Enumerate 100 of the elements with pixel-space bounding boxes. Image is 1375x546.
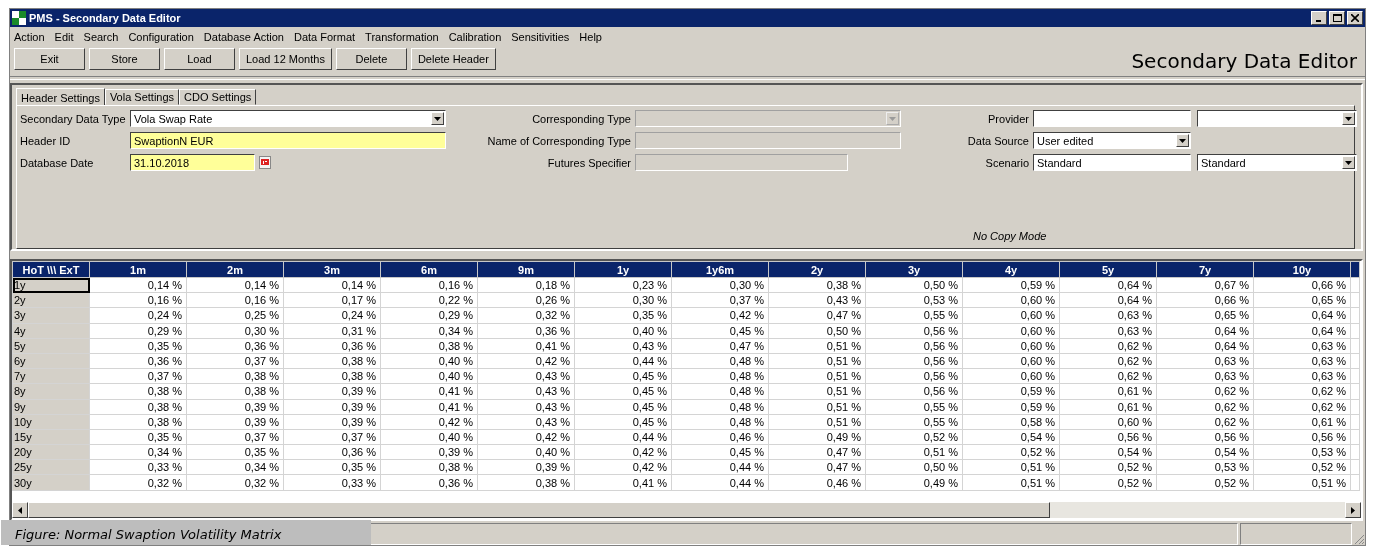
input-field[interactable]: Standard: [1033, 154, 1191, 171]
table-cell[interactable]: 0,40 %: [380, 368, 478, 384]
table-cell[interactable]: 0,39 %: [477, 459, 575, 475]
table-cell[interactable]: 0,14 %: [89, 277, 187, 293]
table-cell[interactable]: 0,62 %: [1156, 399, 1254, 415]
table-cell[interactable]: 0,47 %: [768, 444, 866, 460]
table-cell[interactable]: 0,38 %: [380, 459, 478, 475]
table-cell[interactable]: 0,35 %: [186, 444, 284, 460]
table-cell[interactable]: 0,48 %: [671, 414, 769, 430]
table-cell[interactable]: 0,39 %: [283, 414, 381, 430]
column-header[interactable]: 9m: [477, 261, 575, 278]
table-cell[interactable]: 0,49 %: [865, 474, 963, 491]
toolbar-button[interactable]: Exit: [14, 48, 85, 70]
table-cell[interactable]: 0,41 %: [574, 474, 672, 491]
table-cell[interactable]: 0,51 %: [1253, 474, 1351, 491]
column-header[interactable]: 7y: [1156, 261, 1254, 278]
menu-item[interactable]: Calibration: [448, 30, 502, 43]
table-cell[interactable]: 0,38 %: [380, 338, 478, 354]
dropdown-field[interactable]: Standard: [1197, 154, 1357, 171]
table-cell[interactable]: 0,38 %: [186, 368, 284, 384]
table-cell[interactable]: 0,55 %: [865, 399, 963, 415]
table-cell[interactable]: 0,34 %: [89, 444, 187, 460]
table-cell[interactable]: 0,64 %: [1059, 277, 1157, 293]
table-cell[interactable]: 0,62 %: [1059, 353, 1157, 369]
table-cell[interactable]: 0,36 %: [283, 338, 381, 354]
table-cell[interactable]: 0,60 %: [962, 368, 1060, 384]
table-cell[interactable]: 0,16 %: [186, 292, 284, 308]
table-cell[interactable]: 0,36 %: [89, 353, 187, 369]
table-cell[interactable]: 0,39 %: [186, 399, 284, 415]
table-cell[interactable]: 0,38 %: [89, 383, 187, 399]
table-cell[interactable]: 0,39 %: [186, 414, 284, 430]
table-cell[interactable]: 0,39 %: [380, 444, 478, 460]
table-cell[interactable]: 0,56 %: [865, 368, 963, 384]
table-cell[interactable]: 0,66 %: [1156, 292, 1254, 308]
table-cell[interactable]: 0,56 %: [1059, 429, 1157, 445]
toolbar-button[interactable]: Delete: [335, 48, 407, 70]
tab[interactable]: Header Settings: [16, 88, 105, 106]
dropdown-field[interactable]: Vola Swap Rate: [130, 110, 446, 127]
table-cell[interactable]: 0,42 %: [574, 444, 672, 460]
table-cell[interactable]: 0,51 %: [768, 338, 866, 354]
table-cell[interactable]: 0,51 %: [768, 353, 866, 369]
horizontal-scrollbar[interactable]: [12, 502, 1361, 518]
toolbar-button[interactable]: Load 12 Months: [239, 48, 332, 70]
table-cell[interactable]: 0,46 %: [671, 429, 769, 445]
table-cell[interactable]: 0,52 %: [865, 429, 963, 445]
table-cell[interactable]: 0,59 %: [962, 277, 1060, 293]
table-cell[interactable]: 0,38 %: [89, 399, 187, 415]
menu-item[interactable]: Transformation: [365, 30, 439, 43]
table-cell[interactable]: 0,25 %: [186, 307, 284, 324]
table-cell[interactable]: 0,42 %: [671, 307, 769, 324]
tab[interactable]: CDO Settings: [179, 89, 257, 105]
table-cell[interactable]: 0,47 %: [768, 307, 866, 324]
table-cell[interactable]: 0,51 %: [962, 474, 1060, 491]
table-cell[interactable]: 0,33 %: [283, 474, 381, 491]
table-cell[interactable]: 0,43 %: [768, 292, 866, 308]
menu-item[interactable]: Database Action: [203, 30, 284, 43]
table-cell[interactable]: 0,43 %: [574, 338, 672, 354]
table-cell[interactable]: 0,52 %: [1059, 459, 1157, 475]
table-cell[interactable]: 0,16 %: [380, 277, 478, 293]
table-cell[interactable]: 0,56 %: [1156, 429, 1254, 445]
table-cell[interactable]: 0,56 %: [865, 338, 963, 354]
column-header[interactable]: 2y: [768, 261, 866, 278]
table-cell[interactable]: 0,24 %: [283, 307, 381, 324]
table-cell[interactable]: 0,66 %: [1253, 277, 1351, 293]
table-cell[interactable]: 0,55 %: [865, 307, 963, 324]
menu-item[interactable]: Search: [83, 30, 119, 43]
table-cell[interactable]: 0,51 %: [768, 383, 866, 399]
table-cell[interactable]: 0,37 %: [186, 429, 284, 445]
table-cell[interactable]: 0,32 %: [186, 474, 284, 491]
table-cell[interactable]: 0,62 %: [1156, 414, 1254, 430]
table-cell[interactable]: 0,45 %: [574, 368, 672, 384]
menu-item[interactable]: Sensitivities: [511, 30, 570, 43]
table-cell[interactable]: 0,60 %: [962, 292, 1060, 308]
column-header[interactable]: 5y: [1059, 261, 1157, 278]
table-cell[interactable]: 0,51 %: [962, 459, 1060, 475]
table-cell[interactable]: 0,43 %: [477, 383, 575, 399]
table-cell[interactable]: 0,31 %: [283, 323, 381, 339]
table-cell[interactable]: 0,42 %: [574, 459, 672, 475]
table-cell[interactable]: 0,26 %: [477, 292, 575, 308]
table-cell[interactable]: 0,37 %: [671, 292, 769, 308]
table-cell[interactable]: 0,44 %: [574, 353, 672, 369]
menu-item[interactable]: Data Format: [293, 30, 356, 43]
table-cell[interactable]: 0,48 %: [671, 353, 769, 369]
table-cell[interactable]: 0,60 %: [962, 307, 1060, 324]
table-cell[interactable]: 0,34 %: [186, 459, 284, 475]
table-cell[interactable]: 0,55 %: [865, 414, 963, 430]
close-button[interactable]: [1347, 11, 1363, 25]
scroll-right-icon[interactable]: [1351, 506, 1355, 514]
column-header[interactable]: 2m: [186, 261, 284, 278]
table-cell[interactable]: 0,52 %: [962, 444, 1060, 460]
table-cell[interactable]: 0,45 %: [671, 444, 769, 460]
table-cell[interactable]: 0,38 %: [477, 474, 575, 491]
table-cell[interactable]: 0,47 %: [671, 338, 769, 354]
table-cell[interactable]: 0,41 %: [380, 399, 478, 415]
table-cell[interactable]: 0,35 %: [89, 338, 187, 354]
table-cell[interactable]: 0,64 %: [1156, 323, 1254, 339]
table-cell[interactable]: 0,63 %: [1253, 353, 1351, 369]
table-cell[interactable]: 0,53 %: [865, 292, 963, 308]
table-cell[interactable]: 0,32 %: [477, 307, 575, 324]
input-field[interactable]: 31.10.2018: [130, 154, 255, 171]
